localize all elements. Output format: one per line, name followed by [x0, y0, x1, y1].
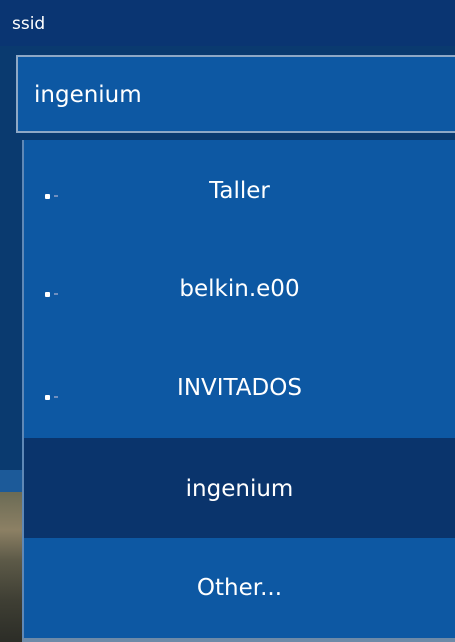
ssid-current-value: ingenium	[34, 82, 142, 108]
option-label: ingenium	[185, 476, 294, 502]
dropdown-bottom-border	[22, 638, 455, 642]
option-other[interactable]: Other...	[24, 538, 455, 638]
dialog-header: ssid	[0, 0, 455, 46]
option-label: Taller	[209, 178, 270, 204]
option-label: INVITADOS	[177, 375, 302, 401]
option-taller[interactable]: Taller	[24, 140, 455, 240]
option-label: belkin.e00	[179, 276, 300, 302]
ssid-label: ssid	[12, 14, 46, 34]
ssid-dropdown-list: Taller belkin.e00 INVITADOS ingenium Oth…	[22, 140, 455, 642]
option-ingenium[interactable]: ingenium	[24, 438, 455, 538]
ssid-select-field[interactable]: ingenium	[16, 55, 455, 133]
option-belkin[interactable]: belkin.e00	[24, 240, 455, 340]
option-invitados[interactable]: INVITADOS	[24, 340, 455, 440]
option-label: Other...	[196, 575, 283, 601]
